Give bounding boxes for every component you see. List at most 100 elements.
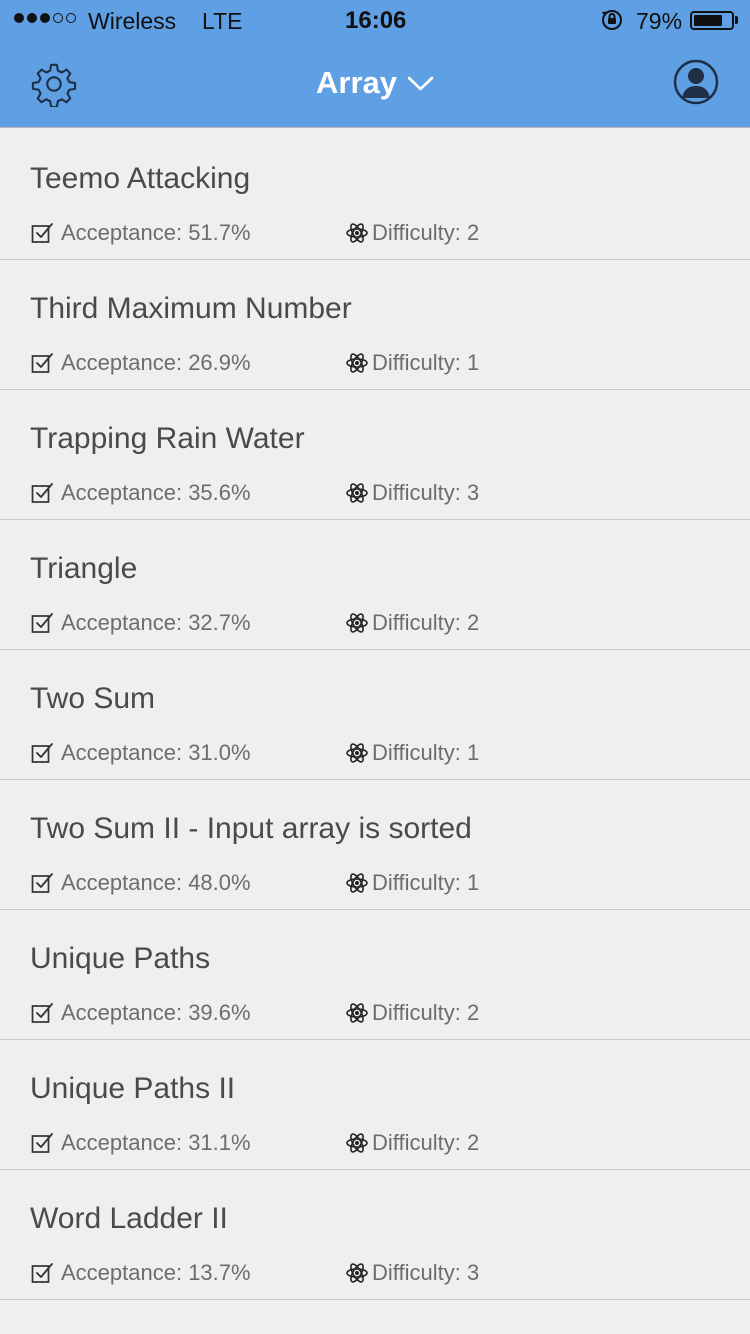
difficulty-label: Difficulty: [372, 740, 467, 765]
battery-percent: 79% [636, 8, 683, 34]
problem-title: Trapping Rain Water [30, 422, 305, 455]
difficulty-label: Difficulty: [372, 480, 467, 505]
checked-box-icon [31, 743, 53, 763]
acceptance-value: 32.7% [188, 610, 251, 635]
atom-icon [346, 873, 368, 893]
acceptance-label: Acceptance: [61, 870, 189, 895]
acceptance-value: 31.1% [188, 1130, 251, 1155]
network-type: LTE [202, 8, 243, 34]
acceptance-value: 39.6% [188, 1000, 251, 1025]
status-bar: Wireless LTE 16:06 79% [0, 0, 750, 40]
problem-row[interactable]: Two Sum Acceptance: 31.0% Difficulty: 1 [0, 650, 750, 780]
acceptance-info: Acceptance: 39.6% [30, 999, 251, 1027]
carrier-name: Wireless [88, 8, 177, 34]
checked-box-icon [31, 483, 53, 503]
atom-icon [346, 743, 368, 763]
signal-dot [53, 13, 63, 23]
problem-list: Teemo Attacking Acceptance: 51.7% Diffic… [0, 130, 750, 1300]
difficulty-label: Difficulty: [372, 870, 467, 895]
acceptance-info: Acceptance: 13.7% [30, 1259, 251, 1287]
acceptance-value: 48.0% [188, 870, 251, 895]
difficulty-value: 2 [466, 610, 480, 635]
difficulty-label: Difficulty: [372, 1130, 467, 1155]
difficulty-info: Difficulty: 3 [345, 1259, 479, 1287]
user-icon[interactable] [673, 59, 719, 105]
acceptance-info: Acceptance: 51.7% [30, 219, 251, 247]
page-title: Array [316, 65, 397, 100]
acceptance-label: Acceptance: [61, 1130, 189, 1155]
difficulty-info: Difficulty: 2 [345, 219, 479, 247]
problem-title: Triangle [30, 552, 138, 585]
checked-box-icon [31, 353, 53, 373]
top-bar: Wireless LTE 16:06 79% Array [0, 0, 750, 128]
category-dropdown[interactable]: Array [0, 63, 750, 103]
difficulty-label: Difficulty: [372, 610, 467, 635]
problem-row[interactable]: Triangle Acceptance: 32.7% Difficulty: 2 [0, 520, 750, 650]
acceptance-info: Acceptance: 35.6% [30, 479, 251, 507]
acceptance-info: Acceptance: 26.9% [30, 349, 251, 377]
acceptance-label: Acceptance: [61, 1000, 189, 1025]
acceptance-label: Acceptance: [61, 350, 189, 375]
difficulty-info: Difficulty: 2 [345, 999, 479, 1027]
checked-box-icon [31, 873, 53, 893]
difficulty-info: Difficulty: 1 [345, 869, 479, 897]
checked-box-icon [31, 1003, 53, 1023]
difficulty-label: Difficulty: [372, 220, 467, 245]
difficulty-value: 3 [466, 1260, 480, 1285]
problem-title: Unique Paths [30, 942, 211, 975]
difficulty-info: Difficulty: 1 [345, 739, 479, 767]
acceptance-value: 35.6% [188, 480, 251, 505]
acceptance-info: Acceptance: 31.1% [30, 1129, 251, 1157]
checked-box-icon [31, 223, 53, 243]
atom-icon [346, 1263, 368, 1283]
signal-dot [66, 13, 76, 23]
atom-icon [346, 483, 368, 503]
navigation-bar: Array [0, 40, 750, 128]
problem-title: Unique Paths II [30, 1072, 236, 1105]
acceptance-info: Acceptance: 32.7% [30, 609, 251, 637]
battery-level-fill [694, 15, 722, 26]
problem-row[interactable]: Unique Paths II Acceptance: 31.1% Diffic… [0, 1040, 750, 1170]
status-time: 16:06 [345, 7, 407, 34]
difficulty-label: Difficulty: [372, 1000, 467, 1025]
problem-row[interactable]: Unique Paths Acceptance: 39.6% Difficult… [0, 910, 750, 1040]
battery-icon [690, 11, 734, 30]
acceptance-value: 51.7% [188, 220, 251, 245]
problem-row[interactable]: Trapping Rain Water Acceptance: 35.6% Di… [0, 390, 750, 520]
problem-row[interactable]: Two Sum II - Input array is sorted Accep… [0, 780, 750, 910]
difficulty-info: Difficulty: 2 [345, 609, 479, 637]
checked-box-icon [31, 1133, 53, 1153]
difficulty-value: 2 [466, 220, 480, 245]
difficulty-value: 3 [466, 480, 480, 505]
acceptance-value: 13.7% [188, 1260, 251, 1285]
checked-box-icon [31, 613, 53, 633]
difficulty-info: Difficulty: 3 [345, 479, 479, 507]
difficulty-info: Difficulty: 1 [345, 349, 479, 377]
difficulty-value: 2 [466, 1130, 480, 1155]
difficulty-value: 1 [466, 740, 480, 765]
difficulty-label: Difficulty: [372, 1260, 467, 1285]
acceptance-label: Acceptance: [61, 740, 189, 765]
problem-title: Two Sum II - Input array is sorted [30, 812, 472, 845]
problem-title: Third Maximum Number [30, 292, 352, 325]
problem-row[interactable]: Teemo Attacking Acceptance: 51.7% Diffic… [0, 130, 750, 260]
difficulty-value: 1 [466, 350, 480, 375]
atom-icon [346, 613, 368, 633]
signal-dot [14, 13, 24, 23]
battery-tip [735, 16, 738, 24]
orientation-lock-icon [601, 10, 622, 30]
problem-row[interactable]: Third Maximum Number Acceptance: 26.9% D… [0, 260, 750, 390]
chevron-down-icon [407, 76, 434, 91]
acceptance-value: 26.9% [188, 350, 251, 375]
difficulty-info: Difficulty: 2 [345, 1129, 479, 1157]
difficulty-label: Difficulty: [372, 350, 467, 375]
problem-title: Two Sum [30, 682, 156, 715]
problem-title: Teemo Attacking [30, 162, 251, 195]
acceptance-info: Acceptance: 31.0% [30, 739, 251, 767]
difficulty-value: 1 [466, 870, 480, 895]
problem-row[interactable]: Word Ladder II Acceptance: 13.7% Difficu… [0, 1170, 750, 1300]
signal-dots-icon [14, 13, 76, 23]
acceptance-label: Acceptance: [61, 610, 189, 635]
atom-icon [346, 1133, 368, 1153]
acceptance-info: Acceptance: 48.0% [30, 869, 251, 897]
